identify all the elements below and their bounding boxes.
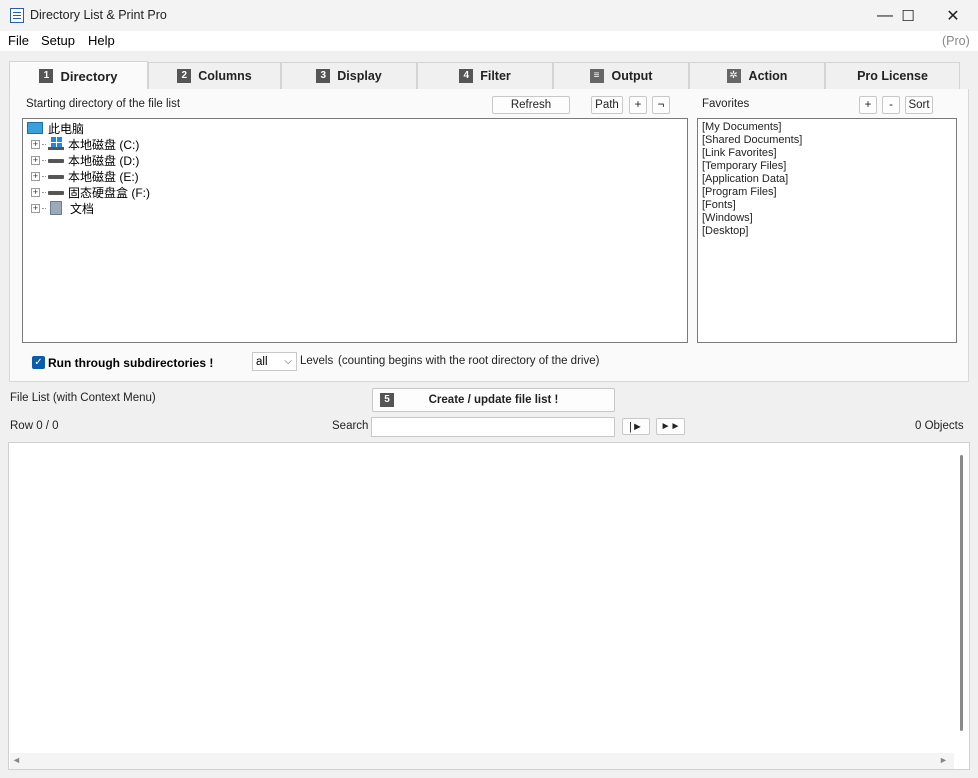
remove-favorite-button[interactable]: - bbox=[882, 96, 900, 114]
create-file-list-label: Create / update file list ! bbox=[428, 394, 559, 406]
search-label: Search bbox=[332, 420, 369, 432]
favorite-item[interactable]: [My Documents] bbox=[702, 121, 952, 134]
tree-node-label: 文档 bbox=[70, 201, 95, 216]
levels-value: all bbox=[256, 355, 268, 368]
add-path-button[interactable]: + bbox=[629, 96, 647, 114]
levels-label: Levels bbox=[300, 355, 334, 367]
run-subdirectories-label: Run through subdirectories ! bbox=[48, 356, 214, 370]
menu-setup[interactable]: Setup bbox=[41, 33, 75, 48]
windows-drive-icon bbox=[48, 137, 64, 151]
file-list[interactable] bbox=[8, 442, 970, 770]
tab-pro-license[interactable]: Pro License bbox=[825, 62, 960, 89]
tab-number: 2 bbox=[177, 69, 192, 83]
menu-bar bbox=[0, 31, 978, 51]
tree-node-drive-e[interactable]: + 本地磁盘 (E:) bbox=[31, 168, 139, 184]
vertical-scroll-thumb[interactable] bbox=[960, 455, 963, 731]
drive-icon bbox=[48, 172, 64, 180]
expand-icon[interactable]: + bbox=[31, 139, 40, 149]
app-icon bbox=[10, 8, 24, 23]
tree-node-drive-f[interactable]: + 固态硬盘盒 (F:) bbox=[31, 184, 150, 200]
tree-node-label: 此电脑 bbox=[48, 121, 85, 136]
documents-icon bbox=[50, 201, 62, 215]
sort-favorites-button[interactable]: Sort bbox=[905, 96, 933, 114]
pro-label: (Pro) bbox=[942, 34, 970, 48]
horizontal-scrollbar[interactable] bbox=[10, 753, 954, 769]
expand-icon[interactable]: + bbox=[31, 203, 40, 213]
levels-select[interactable]: all ⌵ bbox=[252, 352, 297, 371]
favorite-item[interactable]: [Program Files] bbox=[702, 186, 952, 199]
step-number: 5 bbox=[380, 393, 394, 407]
tab-label: Output bbox=[611, 69, 653, 83]
tree-node-label: 固态硬盘盒 (F:) bbox=[68, 185, 150, 200]
starting-directory-label: Starting directory of the file list bbox=[26, 98, 181, 110]
favorite-item[interactable]: [Link Favorites] bbox=[702, 147, 952, 160]
tab-label: Columns bbox=[198, 69, 252, 83]
search-input[interactable] bbox=[371, 417, 615, 437]
exclude-path-button[interactable]: ¬ bbox=[652, 96, 670, 114]
tab-number: 1 bbox=[39, 69, 54, 83]
add-favorite-button[interactable]: + bbox=[859, 96, 877, 114]
window-title: Directory List & Print Pro bbox=[30, 8, 167, 22]
tab-label: Action bbox=[748, 69, 788, 83]
doc-icon: ≡ bbox=[589, 69, 604, 83]
favorite-item[interactable]: [Desktop] bbox=[702, 225, 952, 238]
tree-node-drive-c[interactable]: + 本地磁盘 (C:) bbox=[31, 136, 139, 152]
menu-help[interactable]: Help bbox=[88, 33, 115, 48]
computer-icon bbox=[27, 122, 43, 134]
refresh-button[interactable]: Refresh bbox=[492, 96, 570, 114]
drive-icon bbox=[48, 156, 64, 164]
tab-label: Directory bbox=[60, 68, 118, 84]
expand-icon[interactable]: + bbox=[31, 171, 40, 181]
favorite-item[interactable]: [Windows] bbox=[702, 212, 952, 225]
tab-filter[interactable]: 4 Filter bbox=[417, 62, 553, 89]
tab-label: Pro License bbox=[857, 69, 928, 83]
tree-node-computer[interactable]: 此电脑 bbox=[27, 120, 84, 136]
tree-node-label: 本地磁盘 (D:) bbox=[68, 153, 140, 168]
row-counter: Row 0 / 0 bbox=[10, 420, 59, 432]
find-all-button[interactable]: ►► bbox=[656, 418, 685, 435]
close-button[interactable]: ✕ bbox=[930, 0, 976, 31]
expand-icon[interactable]: + bbox=[31, 187, 40, 197]
file-list-label: File List (with Context Menu) bbox=[10, 392, 156, 404]
levels-note: (counting begins with the root directory… bbox=[338, 355, 600, 367]
objects-count: 0 Objects bbox=[915, 420, 964, 432]
directory-tree[interactable]: 此电脑 + 本地磁盘 (C:) + 本地磁盘 (D:) + 本地磁盘 (E:) … bbox=[22, 118, 688, 343]
tree-node-drive-d[interactable]: + 本地磁盘 (D:) bbox=[31, 152, 139, 168]
favorite-item[interactable]: [Fonts] bbox=[702, 199, 952, 212]
tab-label: Filter bbox=[480, 69, 511, 83]
tab-output[interactable]: ≡ Output bbox=[553, 62, 689, 89]
tree-node-label: 本地磁盘 (C:) bbox=[68, 137, 140, 152]
run-subdirectories-checkbox[interactable]: ✓ bbox=[32, 356, 45, 369]
maximize-button[interactable]: ☐ bbox=[885, 0, 931, 31]
tree-node-label: 本地磁盘 (E:) bbox=[68, 169, 139, 184]
tab-directory[interactable]: 1 Directory bbox=[9, 61, 148, 90]
favorite-item[interactable]: [Shared Documents] bbox=[702, 134, 952, 147]
favorite-item[interactable]: [Application Data] bbox=[702, 173, 952, 186]
scroll-left-arrow[interactable]: ◄ bbox=[12, 755, 21, 765]
gear-icon: ✲ bbox=[726, 69, 741, 83]
tab-action[interactable]: ✲ Action bbox=[689, 62, 825, 89]
tree-node-documents[interactable]: + 文档 bbox=[31, 200, 94, 216]
create-file-list-button[interactable]: 5 Create / update file list ! bbox=[372, 388, 615, 412]
tab-display[interactable]: 3 Display bbox=[281, 62, 417, 89]
favorite-item[interactable]: [Temporary Files] bbox=[702, 160, 952, 173]
favorites-list[interactable]: [My Documents] [Shared Documents] [Link … bbox=[697, 118, 957, 343]
tab-number: 3 bbox=[316, 69, 331, 83]
tab-number: 4 bbox=[459, 69, 474, 83]
tab-label: Display bbox=[337, 69, 382, 83]
chevron-down-icon: ⌵ bbox=[284, 356, 292, 367]
tab-columns[interactable]: 2 Columns bbox=[148, 62, 281, 89]
path-button[interactable]: Path bbox=[591, 96, 623, 114]
find-next-button[interactable]: |► bbox=[622, 418, 650, 435]
menu-file[interactable]: File bbox=[8, 33, 29, 48]
scroll-right-arrow[interactable]: ► bbox=[939, 755, 948, 765]
expand-icon[interactable]: + bbox=[31, 155, 40, 165]
favorites-label: Favorites bbox=[702, 98, 750, 110]
drive-icon bbox=[48, 188, 64, 196]
